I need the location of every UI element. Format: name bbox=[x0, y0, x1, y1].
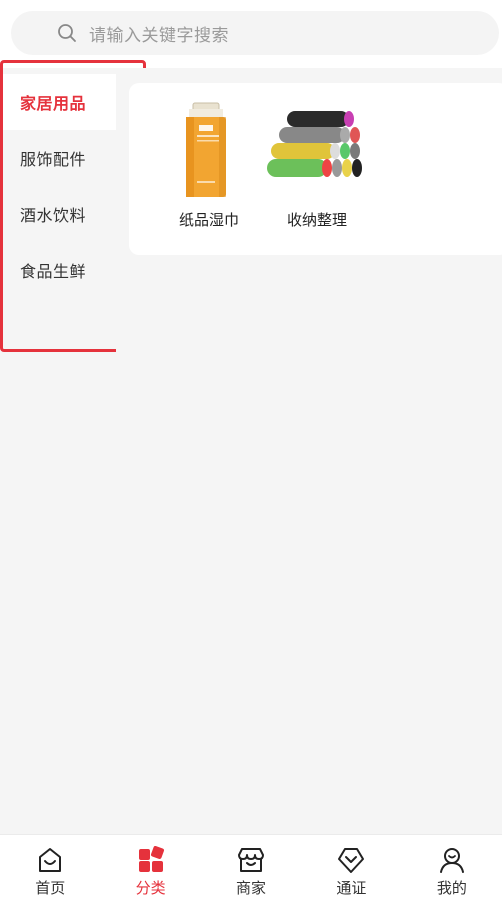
sidebar-item-apparel[interactable]: 服饰配件 bbox=[0, 130, 116, 186]
tab-label: 商家 bbox=[236, 879, 267, 897]
subcategory-tissue[interactable]: 纸品湿巾 bbox=[154, 101, 264, 230]
store-icon bbox=[236, 845, 266, 875]
search-placeholder: 请输入关键字搜索 bbox=[89, 25, 229, 46]
search-input[interactable]: 请输入关键字搜索 bbox=[11, 11, 499, 55]
tab-merchant[interactable]: 商家 bbox=[201, 835, 301, 899]
bottom-tab-bar: 首页 分类 商家 通证 我的 bbox=[0, 834, 502, 899]
tab-token[interactable]: 通证 bbox=[301, 835, 401, 899]
profile-icon bbox=[437, 845, 467, 875]
sidebar-item-home-goods[interactable]: 家居用品 bbox=[0, 74, 116, 130]
tab-profile[interactable]: 我的 bbox=[402, 835, 502, 899]
sidebar-item-fresh-food[interactable]: 食品生鲜 bbox=[0, 242, 116, 298]
subcategory-label: 收纳整理 bbox=[286, 211, 347, 229]
home-icon bbox=[35, 845, 65, 875]
subcategory-label: 纸品湿巾 bbox=[178, 211, 239, 229]
category-sidebar: 家居用品 服饰配件 酒水饮料 食品生鲜 bbox=[0, 68, 116, 834]
trash-bag-rolls-icon bbox=[265, 101, 369, 201]
token-icon bbox=[336, 845, 366, 875]
tab-label: 通证 bbox=[336, 879, 367, 897]
tab-label: 分类 bbox=[135, 879, 166, 897]
header: 请输入关键字搜索 bbox=[0, 0, 502, 68]
sidebar-item-drinks[interactable]: 酒水饮料 bbox=[0, 186, 116, 242]
tab-label: 首页 bbox=[35, 879, 66, 897]
subcategory-panel: 纸品湿巾 收纳整理 bbox=[129, 83, 502, 255]
tissue-pack-icon bbox=[159, 101, 259, 201]
subcategory-content: 纸品湿巾 收纳整理 bbox=[116, 68, 502, 834]
tab-home[interactable]: 首页 bbox=[0, 835, 100, 899]
category-icon bbox=[136, 845, 166, 875]
tab-label: 我的 bbox=[436, 879, 467, 897]
search-icon bbox=[56, 22, 78, 44]
tab-category[interactable]: 分类 bbox=[100, 835, 200, 899]
subcategory-storage[interactable]: 收纳整理 bbox=[262, 101, 372, 230]
